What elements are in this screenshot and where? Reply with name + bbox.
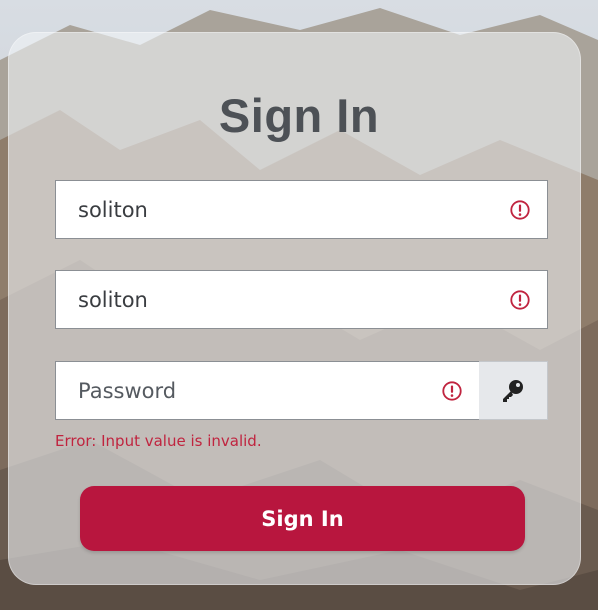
- show-password-button[interactable]: [479, 361, 548, 420]
- error-circle-icon: [510, 289, 530, 310]
- error-circle-icon: [510, 199, 530, 220]
- username-field[interactable]: soliton: [55, 180, 548, 239]
- confirm-username-value: soliton: [78, 287, 148, 312]
- key-icon: [503, 379, 523, 402]
- page-title: Sign In: [218, 89, 380, 142]
- confirm-username-field[interactable]: soliton: [55, 270, 548, 329]
- error-message: Error: Input value is invalid.: [55, 432, 262, 450]
- password-field[interactable]: Password: [55, 361, 480, 420]
- username-value: soliton: [78, 197, 148, 222]
- error-circle-icon: [442, 380, 462, 401]
- sign-in-button[interactable]: Sign In: [80, 486, 525, 551]
- password-placeholder: Password: [78, 378, 177, 403]
